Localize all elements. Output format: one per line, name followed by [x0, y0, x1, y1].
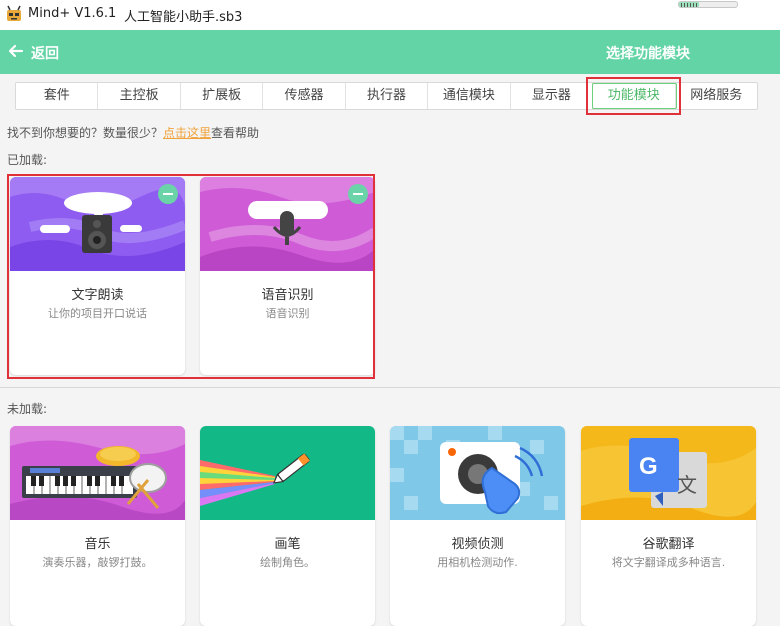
category-tabs: 套件 主控板 扩展板 传感器 执行器 通信模块 显示器 功能模块 网络服务	[15, 82, 758, 110]
battery-tick	[696, 3, 697, 7]
page-title: 选择功能模块	[606, 46, 690, 62]
battery-tick	[690, 3, 691, 7]
svg-text:文: 文	[677, 473, 697, 497]
module-description: 让你的项目开口说话	[48, 307, 147, 320]
help-suffix: 查看帮助	[211, 126, 260, 140]
help-prefix: 找不到你想要的？数量很少？	[7, 126, 164, 140]
module-card-music[interactable]: 音乐 演奏乐器，敲锣打鼓。	[10, 426, 185, 626]
google-translate-icon: G 文	[581, 426, 756, 520]
battery-indicator	[678, 1, 738, 8]
module-title: 画笔	[274, 537, 301, 552]
mind-plus-logo-icon	[7, 5, 21, 21]
tab-kit[interactable]: 套件	[16, 83, 99, 109]
tab-communication[interactable]: 通信模块	[428, 83, 511, 109]
tab-actuator[interactable]: 执行器	[346, 83, 429, 109]
camera-hand-icon	[390, 426, 565, 520]
page-header: 返回 选择功能模块	[0, 30, 780, 74]
app-name: Mind+ V1.6.1	[28, 6, 117, 21]
module-card-video-sensing[interactable]: 视频侦测 用相机检测动作.	[390, 426, 565, 626]
window-titlebar: Mind+ V1.6.1 人工智能小助手.sb3	[0, 0, 780, 30]
loaded-section-label: 已加载:	[7, 153, 48, 167]
back-button[interactable]: 返回	[31, 43, 59, 63]
help-text: 找不到你想要的？数量很少？点击这里查看帮助	[7, 124, 259, 141]
battery-tick	[681, 3, 682, 7]
battery-tick	[687, 3, 688, 7]
module-description: 语音识别	[265, 307, 310, 320]
file-name: 人工智能小助手.sb3	[124, 10, 243, 25]
tab-expansion-board[interactable]: 扩展板	[181, 83, 264, 109]
unloaded-section-label: 未加载:	[7, 402, 48, 416]
module-card-speech-recognition[interactable]: 语音识别 语音识别	[200, 177, 375, 375]
module-title: 音乐	[84, 537, 111, 552]
svg-text:G: G	[639, 453, 658, 480]
module-card-pen[interactable]: 画笔 绘制角色。	[200, 426, 375, 626]
remove-module-button[interactable]	[348, 184, 368, 204]
help-link[interactable]: 点击这里	[163, 126, 211, 140]
module-card-text-to-speech[interactable]: 文字朗读 让你的项目开口说话	[10, 177, 185, 375]
module-description: 将文字翻译成多种语言.	[611, 556, 726, 569]
module-title: 视频侦测	[451, 537, 504, 552]
module-card-google-translate[interactable]: G 文 谷歌翻译 将文字翻译成多种语言.	[581, 426, 756, 626]
tab-function-module[interactable]: 功能模块	[593, 83, 676, 109]
module-title: 语音识别	[261, 288, 314, 303]
remove-module-button[interactable]	[158, 184, 178, 204]
module-title: 文字朗读	[71, 288, 124, 303]
back-arrow-icon[interactable]	[8, 43, 24, 59]
module-description: 演奏乐器，敲锣打鼓。	[42, 556, 153, 569]
tab-display[interactable]: 显示器	[511, 83, 594, 109]
section-divider	[0, 387, 780, 388]
module-description: 绘制角色。	[260, 556, 315, 569]
module-description: 用相机检测动作.	[437, 556, 518, 569]
tab-network-service[interactable]: 网络服务	[676, 83, 757, 109]
battery-tick	[693, 3, 694, 7]
battery-tick	[684, 3, 685, 7]
tab-sensor[interactable]: 传感器	[263, 83, 346, 109]
pen-icon	[200, 426, 375, 520]
keyboard-drum-icon	[10, 426, 185, 520]
tab-main-board[interactable]: 主控板	[98, 83, 181, 109]
module-title: 谷歌翻译	[642, 537, 695, 552]
